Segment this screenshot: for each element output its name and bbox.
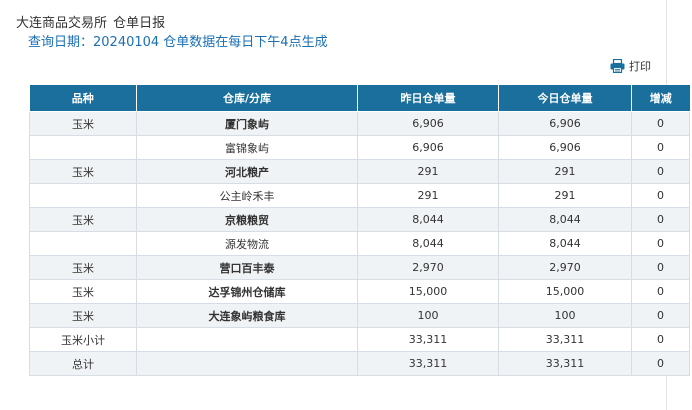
cell-variety: 玉米 — [29, 159, 137, 184]
cell-today: 6,906 — [498, 111, 632, 136]
cell-warehouse: 京粮粮贸 — [136, 207, 358, 232]
table-row: 玉米 河北粮产 291 291 0 — [29, 159, 690, 184]
cell-warehouse: 富锦象屿 — [136, 135, 358, 160]
cell-today: 291 — [498, 183, 632, 208]
cell-yesterday: 33,311 — [357, 327, 499, 352]
table-row: 富锦象屿 6,906 6,906 0 — [29, 135, 690, 160]
total-row: 总计 33,311 33,311 0 — [29, 351, 690, 376]
cell-warehouse: 达孚锦州仓储库 — [136, 279, 358, 304]
cell-yesterday: 100 — [357, 303, 499, 328]
cell-change: 0 — [631, 135, 690, 160]
table-row: 玉米 营口百丰泰 2,970 2,970 0 — [29, 255, 690, 280]
cell-variety: 玉米 — [29, 255, 137, 280]
cell-yesterday: 8,044 — [357, 231, 499, 256]
column-header-today: 今日仓单量 — [498, 85, 632, 112]
column-header-yesterday: 昨日仓单量 — [357, 85, 499, 112]
page: 大连商品交易所 仓单日报 查询日期：20240104 仓单数据在每日下午4点生成… — [0, 0, 692, 410]
subtotal-row: 玉米小计 33,311 33,311 0 — [29, 327, 690, 352]
column-header-warehouse: 仓库/分库 — [136, 85, 358, 112]
cell-yesterday: 291 — [357, 159, 499, 184]
page-title: 大连商品交易所 仓单日报 — [16, 12, 165, 31]
cell-warehouse — [136, 327, 358, 352]
cell-variety: 玉米 — [29, 279, 137, 304]
cell-change: 0 — [631, 303, 690, 328]
cell-change: 0 — [631, 351, 690, 376]
cell-yesterday: 6,906 — [357, 111, 499, 136]
cell-today: 100 — [498, 303, 632, 328]
cell-warehouse: 河北粮产 — [136, 159, 358, 184]
exchange-name: 大连商品交易所 — [16, 16, 108, 31]
cell-variety — [29, 183, 137, 208]
cell-change: 0 — [631, 111, 690, 136]
cell-variety — [29, 135, 137, 160]
cell-today: 8,044 — [498, 207, 632, 232]
cell-yesterday: 8,044 — [357, 207, 499, 232]
cell-warehouse: 厦门象屿 — [136, 111, 358, 136]
cell-change: 0 — [631, 183, 690, 208]
cell-yesterday: 2,970 — [357, 255, 499, 280]
cell-change: 0 — [631, 255, 690, 280]
print-label: 打印 — [629, 60, 651, 73]
table-row: 公主岭禾丰 291 291 0 — [29, 183, 690, 208]
warehouse-receipt-table: 品种 仓库/分库 昨日仓单量 今日仓单量 增减 玉米 厦门象屿 6,906 6,… — [29, 85, 690, 376]
printer-icon — [610, 59, 625, 73]
cell-today: 6,906 — [498, 135, 632, 160]
table-row: 玉米 厦门象屿 6,906 6,906 0 — [29, 111, 690, 136]
table-row: 玉米 大连象屿粮食库 100 100 0 — [29, 303, 690, 328]
cell-today: 15,000 — [498, 279, 632, 304]
cell-warehouse: 大连象屿粮食库 — [136, 303, 358, 328]
cell-yesterday: 291 — [357, 183, 499, 208]
cell-warehouse — [136, 351, 358, 376]
column-header-variety: 品种 — [29, 85, 137, 112]
column-header-change: 增减 — [631, 85, 690, 112]
print-button[interactable]: 打印 — [610, 58, 651, 74]
cell-today: 2,970 — [498, 255, 632, 280]
cell-change: 0 — [631, 231, 690, 256]
table-row: 玉米 京粮粮贸 8,044 8,044 0 — [29, 207, 690, 232]
cell-change: 0 — [631, 159, 690, 184]
cell-change: 0 — [631, 279, 690, 304]
cell-today: 8,044 — [498, 231, 632, 256]
cell-today: 33,311 — [498, 351, 632, 376]
cell-yesterday: 6,906 — [357, 135, 499, 160]
cell-yesterday: 15,000 — [357, 279, 499, 304]
cell-variety-subtotal: 玉米小计 — [29, 327, 137, 352]
cell-variety: 玉米 — [29, 207, 137, 232]
cell-yesterday: 33,311 — [357, 351, 499, 376]
cell-variety-total: 总计 — [29, 351, 137, 376]
cell-change: 0 — [631, 207, 690, 232]
report-name: 仓单日报 — [113, 16, 166, 31]
cell-change: 0 — [631, 327, 690, 352]
cell-variety — [29, 231, 137, 256]
table-row: 玉米 达孚锦州仓储库 15,000 15,000 0 — [29, 279, 690, 304]
cell-today: 33,311 — [498, 327, 632, 352]
query-date-line: 查询日期：20240104 仓单数据在每日下午4点生成 — [28, 35, 328, 50]
cell-warehouse: 营口百丰泰 — [136, 255, 358, 280]
cell-today: 291 — [498, 159, 632, 184]
table-row: 源发物流 8,044 8,044 0 — [29, 231, 690, 256]
cell-variety: 玉米 — [29, 303, 137, 328]
cell-warehouse: 公主岭禾丰 — [136, 183, 358, 208]
cell-variety: 玉米 — [29, 111, 137, 136]
table-header-row: 品种 仓库/分库 昨日仓单量 今日仓单量 增减 — [29, 85, 690, 112]
cell-warehouse: 源发物流 — [136, 231, 358, 256]
